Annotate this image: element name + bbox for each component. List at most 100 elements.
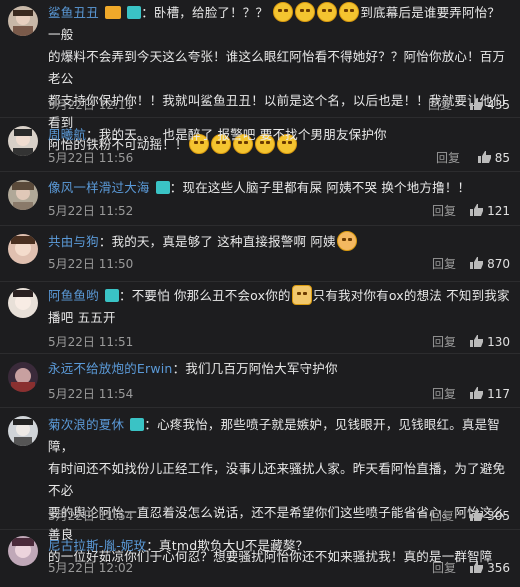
avatar[interactable] (8, 362, 38, 392)
comment-list: 鲨鱼丑丑 ：卧槽，给脸了！？？ 到底幕后是谁要弄阿怡？一般 的爆料不会弄到今天这… (0, 0, 520, 587)
like-count: 356 (487, 561, 510, 575)
reply-button[interactable]: 回复 (432, 385, 456, 403)
like-button[interactable]: 356 (470, 559, 510, 577)
doge-emoji-icon (291, 285, 312, 305)
thumbs-up-icon (470, 387, 484, 399)
comment-footer: 5月22日 11:54 回复 305 (48, 507, 510, 525)
vip-badge-icon (105, 6, 121, 19)
like-button[interactable]: 305 (470, 507, 510, 525)
smirk-emoji-icon (336, 231, 357, 251)
comment-time: 5月22日 11:54 (48, 387, 134, 401)
comment-item: 尼古拉斯-胤-妮玫：真tmd欺负大U不是藏獒？ 5月22日 12:02 回复 3… (0, 530, 520, 587)
comment-time: 5月22日 11:56 (48, 151, 134, 165)
comment-time: 5月22日 11:52 (48, 204, 134, 218)
comment-footer: 5月22日 12:11 回复 435 (48, 96, 510, 114)
comment-footer: 5月22日 11:54 回复 117 (48, 385, 510, 403)
comment-item: 周曦航：我的天。。。也是醉了 报警吧 要不找个男朋友保护你 5月22日 11:5… (0, 118, 520, 172)
angry-emoji-icon (295, 2, 316, 22)
thumbs-up-icon (470, 509, 484, 521)
camera-badge-icon (130, 418, 145, 431)
comment-body: 共由与狗：我的天，真是够了 这种直接报警啊 阿姨 (48, 231, 512, 253)
angry-emoji-icon (339, 2, 360, 22)
comment-footer: 5月22日 11:51 回复 130 (48, 333, 510, 351)
comment-body: 阿鱼鱼哟 ：不要怕 你那么丑不会ox你的 只有我对你有ox的想法 不知到我家 播吧… (48, 285, 512, 329)
comment-item: 鲨鱼丑丑 ：卧槽，给脸了！？？ 到底幕后是谁要弄阿怡？一般 的爆料不会弄到今天这… (0, 0, 520, 154)
like-button[interactable]: 435 (470, 96, 510, 114)
comment-time: 5月22日 11:54 (48, 509, 134, 523)
comment-footer: 5月22日 11:50 回复 870 (48, 255, 510, 273)
reply-button[interactable]: 回复 (430, 507, 454, 525)
like-count: 121 (487, 204, 510, 218)
camera-badge-icon (105, 289, 119, 302)
reply-button[interactable]: 回复 (428, 96, 452, 114)
comment-item: 阿鱼鱼哟 ：不要怕 你那么丑不会ox你的 只有我对你有ox的想法 不知到我家 播吧… (0, 282, 520, 354)
reply-button[interactable]: 回复 (432, 559, 456, 577)
comment-time: 5月22日 11:51 (48, 335, 134, 349)
comment-time: 5月22日 11:50 (48, 257, 134, 271)
comment-text: ：不要怕 你那么丑不会ox你的 (119, 288, 291, 303)
reply-button[interactable]: 回复 (432, 202, 456, 220)
comment-text: ：我的天，真是够了 这种直接报警啊 阿姨 (98, 234, 336, 249)
like-button[interactable]: 121 (470, 202, 510, 220)
angry-emoji-icon (317, 2, 338, 22)
reply-button[interactable]: 回复 (432, 255, 456, 273)
comment-body: 像风一样滑过大海 ：现在这些人脑子里都有屎 阿姨不哭 换个地方撸！！ (48, 177, 512, 199)
comment-body: 周曦航：我的天。。。也是醉了 报警吧 要不找个男朋友保护你 (48, 124, 512, 146)
comment-username[interactable]: 阿鱼鱼哟 (48, 288, 99, 303)
avatar[interactable] (8, 416, 38, 446)
thumbs-up-icon (470, 257, 484, 269)
avatar[interactable] (8, 234, 38, 264)
camera-badge-icon (155, 181, 170, 194)
comment-text: 播吧 五五开 (48, 310, 116, 325)
comment-text: 的爆料不会弄到今天这么夸张！谁这么眼红阿怡看不得她好？？阿怡你放心！百万老公 (48, 49, 506, 86)
thumbs-up-icon (470, 335, 484, 347)
comment-body: 永远不给放炮的Erwin：我们几百万阿怡大军守护你 (48, 358, 512, 380)
comment-username[interactable]: 像风一样滑过大海 (48, 180, 150, 195)
comment-item: 共由与狗：我的天，真是够了 这种直接报警啊 阿姨 5月22日 11:50 回复 … (0, 226, 520, 282)
comment-text: ：现在这些人脑子里都有屎 阿姨不哭 换个地方撸！！ (169, 180, 471, 195)
camera-badge-icon (127, 6, 142, 19)
comment-username[interactable]: 永远不给放炮的Erwin (48, 361, 173, 376)
reply-button[interactable]: 回复 (436, 149, 460, 167)
like-button[interactable]: 130 (470, 333, 510, 351)
comment-username[interactable]: 菊次浪的夏休 (48, 417, 124, 432)
comment-text: ：我们几百万阿怡大军守护你 (172, 361, 338, 376)
comment-text: ：我的天。。。也是醉了 报警吧 要不找个男朋友保护你 (86, 127, 387, 142)
comment-footer: 5月22日 11:52 回复 121 (48, 202, 510, 220)
comment-username[interactable]: 尼古拉斯-胤-妮玫 (48, 538, 146, 553)
comment-username[interactable]: 周曦航 (48, 127, 86, 142)
comment-text: ：卧槽，给脸了！？？ (141, 5, 269, 20)
comment-username[interactable]: 共由与狗 (48, 234, 99, 249)
angry-emoji-icon (273, 2, 294, 22)
comment-body: 尼古拉斯-胤-妮玫：真tmd欺负大U不是藏獒？ (48, 535, 512, 557)
like-count: 130 (487, 335, 510, 349)
comment-footer: 5月22日 11:56 回复 85 (48, 149, 510, 167)
like-button[interactable]: 85 (477, 149, 510, 167)
comment-text: ：真tmd欺负大U不是藏獒？ (146, 538, 309, 553)
comment-text: 只有我对你有ox的想法 不知到我家 (312, 288, 510, 303)
like-button[interactable]: 870 (470, 255, 510, 273)
avatar[interactable] (8, 126, 38, 156)
comment-time: 5月22日 12:11 (48, 98, 134, 112)
like-count: 435 (487, 98, 510, 112)
like-button[interactable]: 117 (470, 385, 510, 403)
comment-text: 有时间还不如找份儿正经工作，没事儿还来骚扰人家。昨天看阿怡直播，为了避免不必 (48, 461, 506, 498)
avatar[interactable] (8, 536, 38, 566)
comment-username[interactable]: 鲨鱼丑丑 (48, 5, 99, 20)
comment-item: 菊次浪的夏休 ：心疼我怡，那些喷子就是嫉妒，见钱眼开，见钱眼红。真是智障， 有时… (0, 408, 520, 564)
like-count: 117 (487, 387, 510, 401)
thumbs-up-icon (470, 204, 484, 216)
thumbs-up-icon (470, 98, 484, 110)
comment-item: 像风一样滑过大海 ：现在这些人脑子里都有屎 阿姨不哭 换个地方撸！！ 5月22日… (0, 172, 520, 226)
like-count: 305 (487, 509, 510, 523)
comment-item: 永远不给放炮的Erwin：我们几百万阿怡大军守护你 5月22日 11:54 回复… (0, 354, 520, 408)
avatar[interactable] (8, 6, 38, 36)
like-count: 870 (487, 257, 510, 271)
avatar[interactable] (8, 180, 38, 210)
thumbs-up-icon (477, 151, 491, 163)
comment-footer: 5月22日 12:02 回复 356 (48, 559, 510, 577)
like-count: 85 (494, 151, 510, 165)
comment-time: 5月22日 12:02 (48, 561, 134, 575)
avatar[interactable] (8, 288, 38, 318)
reply-button[interactable]: 回复 (432, 333, 456, 351)
